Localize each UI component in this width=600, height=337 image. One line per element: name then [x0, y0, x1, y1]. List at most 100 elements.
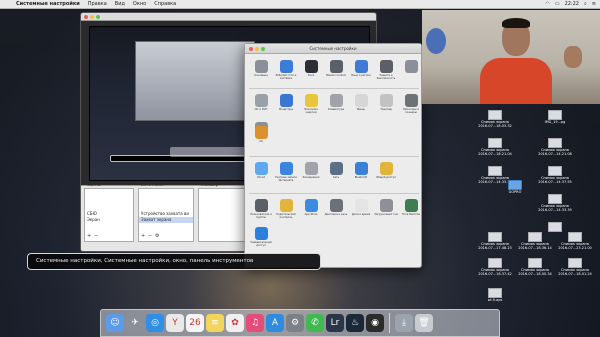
desktop-item-label: GOPRO: [508, 190, 522, 194]
wifi-status-icon[interactable]: ◠: [545, 0, 549, 9]
desktop-file[interactable]: Снимок экрана 2016-07...18.36.14: [515, 232, 555, 250]
menu-app-name[interactable]: Системные настройки: [12, 0, 84, 9]
pref-pane-startup-disk[interactable]: Загрузочный том: [374, 197, 398, 225]
add-source-button[interactable]: +: [141, 233, 145, 239]
mixer-header: Микшер: [201, 182, 219, 187]
source-settings-icon[interactable]: ⚙: [155, 233, 159, 239]
desktop-file[interactable]: IMG_19...pg: [535, 110, 575, 124]
zoom-button[interactable]: [96, 15, 100, 19]
desktop-item-sublabel: 2016-07...18.36.14: [518, 246, 552, 250]
pref-pane-security[interactable]: Защита и безопасность: [374, 58, 398, 86]
desktop-item-label: wi-fi.aps: [487, 298, 503, 302]
close-button[interactable]: [84, 15, 88, 19]
itunes-icon[interactable]: ♫: [246, 314, 264, 332]
menu-item-help[interactable]: Справка: [150, 0, 180, 9]
pref-pane-sharing[interactable]: Общий доступ: [374, 160, 398, 188]
lightroom-icon[interactable]: Lr: [326, 314, 344, 332]
desktop-file[interactable]: wi-fi.aps: [475, 288, 515, 302]
desktop-file[interactable]: Снимок экрана 2016-07...23.21.00: [555, 232, 595, 250]
app-store-icon[interactable]: A: [266, 314, 284, 332]
desktop-file[interactable]: [535, 222, 575, 232]
pref-pane-extensions[interactable]: Расширения: [299, 160, 323, 188]
menubar-clock[interactable]: 22:22: [565, 0, 579, 9]
obs-icon[interactable]: ◉: [366, 314, 384, 332]
remove-source-button[interactable]: −: [148, 233, 152, 239]
pref-pane-internet-accounts[interactable]: Учетные записи Интернета: [274, 160, 298, 188]
pref-pane-mission-control[interactable]: Mission Control: [324, 58, 348, 86]
yandex-browser-icon[interactable]: Y: [166, 314, 184, 332]
pref-pane-parental[interactable]: Родительский контроль: [274, 197, 298, 225]
sharing-icon: [379, 162, 393, 175]
pref-pane-display[interactable]: Мониторы: [274, 92, 298, 120]
prefs-title[interactable]: Системные настройки: [245, 44, 421, 54]
steam-icon[interactable]: ♨: [346, 314, 364, 332]
pref-pane-energy[interactable]: Экономия энергии: [299, 92, 323, 120]
pref-pane-ink[interactable]: Ink: [249, 124, 273, 152]
menu-item-window[interactable]: Окно: [129, 0, 150, 9]
minimize-button[interactable]: [255, 47, 259, 51]
trash-icon[interactable]: 🗑: [415, 314, 433, 332]
desktop-file[interactable]: Снимок экрана 2016-07...14.37.55: [535, 166, 575, 184]
appstore-icon: [304, 199, 318, 212]
remove-scene-button[interactable]: −: [94, 233, 98, 239]
pref-pane-desktop[interactable]: Рабочий стол и заставка: [274, 58, 298, 86]
pref-pane-dock[interactable]: Dock: [299, 58, 323, 86]
pref-pane-network[interactable]: Сеть: [324, 160, 348, 188]
pref-pane-general[interactable]: Основные: [249, 58, 273, 86]
close-button[interactable]: [249, 47, 253, 51]
source-item[interactable]: Захват экрана: [139, 217, 193, 223]
desktop-file[interactable]: Снимок экрана 2016-07...14.33.39: [535, 194, 575, 212]
pref-pane-spotlight[interactable]: [399, 58, 423, 86]
obs-window-controls: [84, 15, 100, 19]
obs-title-bar[interactable]: [81, 13, 376, 21]
notes-icon[interactable]: ≡: [206, 314, 224, 332]
pref-pane-cd[interactable]: CD и DVD: [249, 92, 273, 120]
desktop-file[interactable]: Снимок экрана 2016-07...18.01.24: [555, 258, 595, 276]
person-shirt: [480, 58, 552, 104]
pref-pane-appstore[interactable]: App Store: [299, 197, 323, 225]
spotlight-icon[interactable]: ⌕: [584, 0, 587, 9]
scene-item[interactable]: Экран: [85, 217, 133, 223]
pref-pane-language[interactable]: Язык и регион: [349, 58, 373, 86]
zoom-button[interactable]: [261, 47, 265, 51]
battery-icon[interactable]: ▭: [555, 0, 560, 9]
add-scene-button[interactable]: +: [87, 233, 91, 239]
desktop-folder[interactable]: GOPRO: [495, 180, 535, 194]
messages-icon[interactable]: ✆: [306, 314, 324, 332]
calendar-icon[interactable]: 26: [186, 314, 204, 332]
desktop-file[interactable]: Снимок экрана 2016-07...16.37.42: [475, 258, 515, 276]
desktop-file[interactable]: Снимок экрана 2016-07...14.21.08: [535, 138, 575, 156]
image-file-icon: [488, 232, 502, 242]
pref-pane-mouse[interactable]: Мышь: [349, 92, 373, 120]
pref-pane-dictation[interactable]: Диктовка и речь: [324, 197, 348, 225]
launchpad-icon[interactable]: ✈: [126, 314, 144, 332]
icloud-icon: [254, 162, 268, 175]
downloads-icon[interactable]: ⤓: [395, 314, 413, 332]
finder-icon[interactable]: ☺: [106, 314, 124, 332]
pref-pane-printer[interactable]: Принтеры и сканеры: [399, 92, 423, 120]
system-preferences-icon[interactable]: ⚙: [286, 314, 304, 332]
desktop-file[interactable]: Снимок экрана 2016-07...17.48.23: [475, 232, 515, 250]
desktop-file[interactable]: Снимок экрана 2016-07...18.00.34: [515, 258, 555, 276]
menu-item-edit[interactable]: Правка: [84, 0, 111, 9]
desktop-file[interactable]: Снимок экрана 2016-07...18.03.32: [475, 110, 515, 128]
pref-pane-label: Пользователи и группы: [250, 213, 272, 219]
pref-pane-accessibility[interactable]: Универсальный доступ: [249, 225, 273, 253]
pref-pane-datetime[interactable]: Дата и время: [349, 197, 373, 225]
security-icon: [379, 60, 393, 73]
internet-accounts-icon: [279, 162, 293, 175]
minimize-button[interactable]: [90, 15, 94, 19]
pref-pane-label: Рабочий стол и заставка: [275, 74, 297, 80]
notification-center-icon[interactable]: ≡: [592, 0, 596, 9]
pref-pane-trackpad[interactable]: Трекпад: [374, 92, 398, 120]
menu-item-view[interactable]: Вид: [111, 0, 129, 9]
pref-pane-time-machine[interactable]: Time Machine: [399, 197, 423, 225]
pref-pane-users[interactable]: Пользователи и группы: [249, 197, 273, 225]
pref-pane-bluetooth[interactable]: Bluetooth: [349, 160, 373, 188]
pref-pane-keyboard[interactable]: Клавиатура: [324, 92, 348, 120]
desktop-file[interactable]: Снимок экрана 2016-07...18.21.04: [475, 138, 515, 156]
safari-icon[interactable]: ◎: [146, 314, 164, 332]
photos-icon[interactable]: ✿: [226, 314, 244, 332]
pref-pane-icloud[interactable]: iCloud: [249, 160, 273, 188]
desktop-item-sublabel: 2016-07...17.48.23: [478, 246, 512, 250]
